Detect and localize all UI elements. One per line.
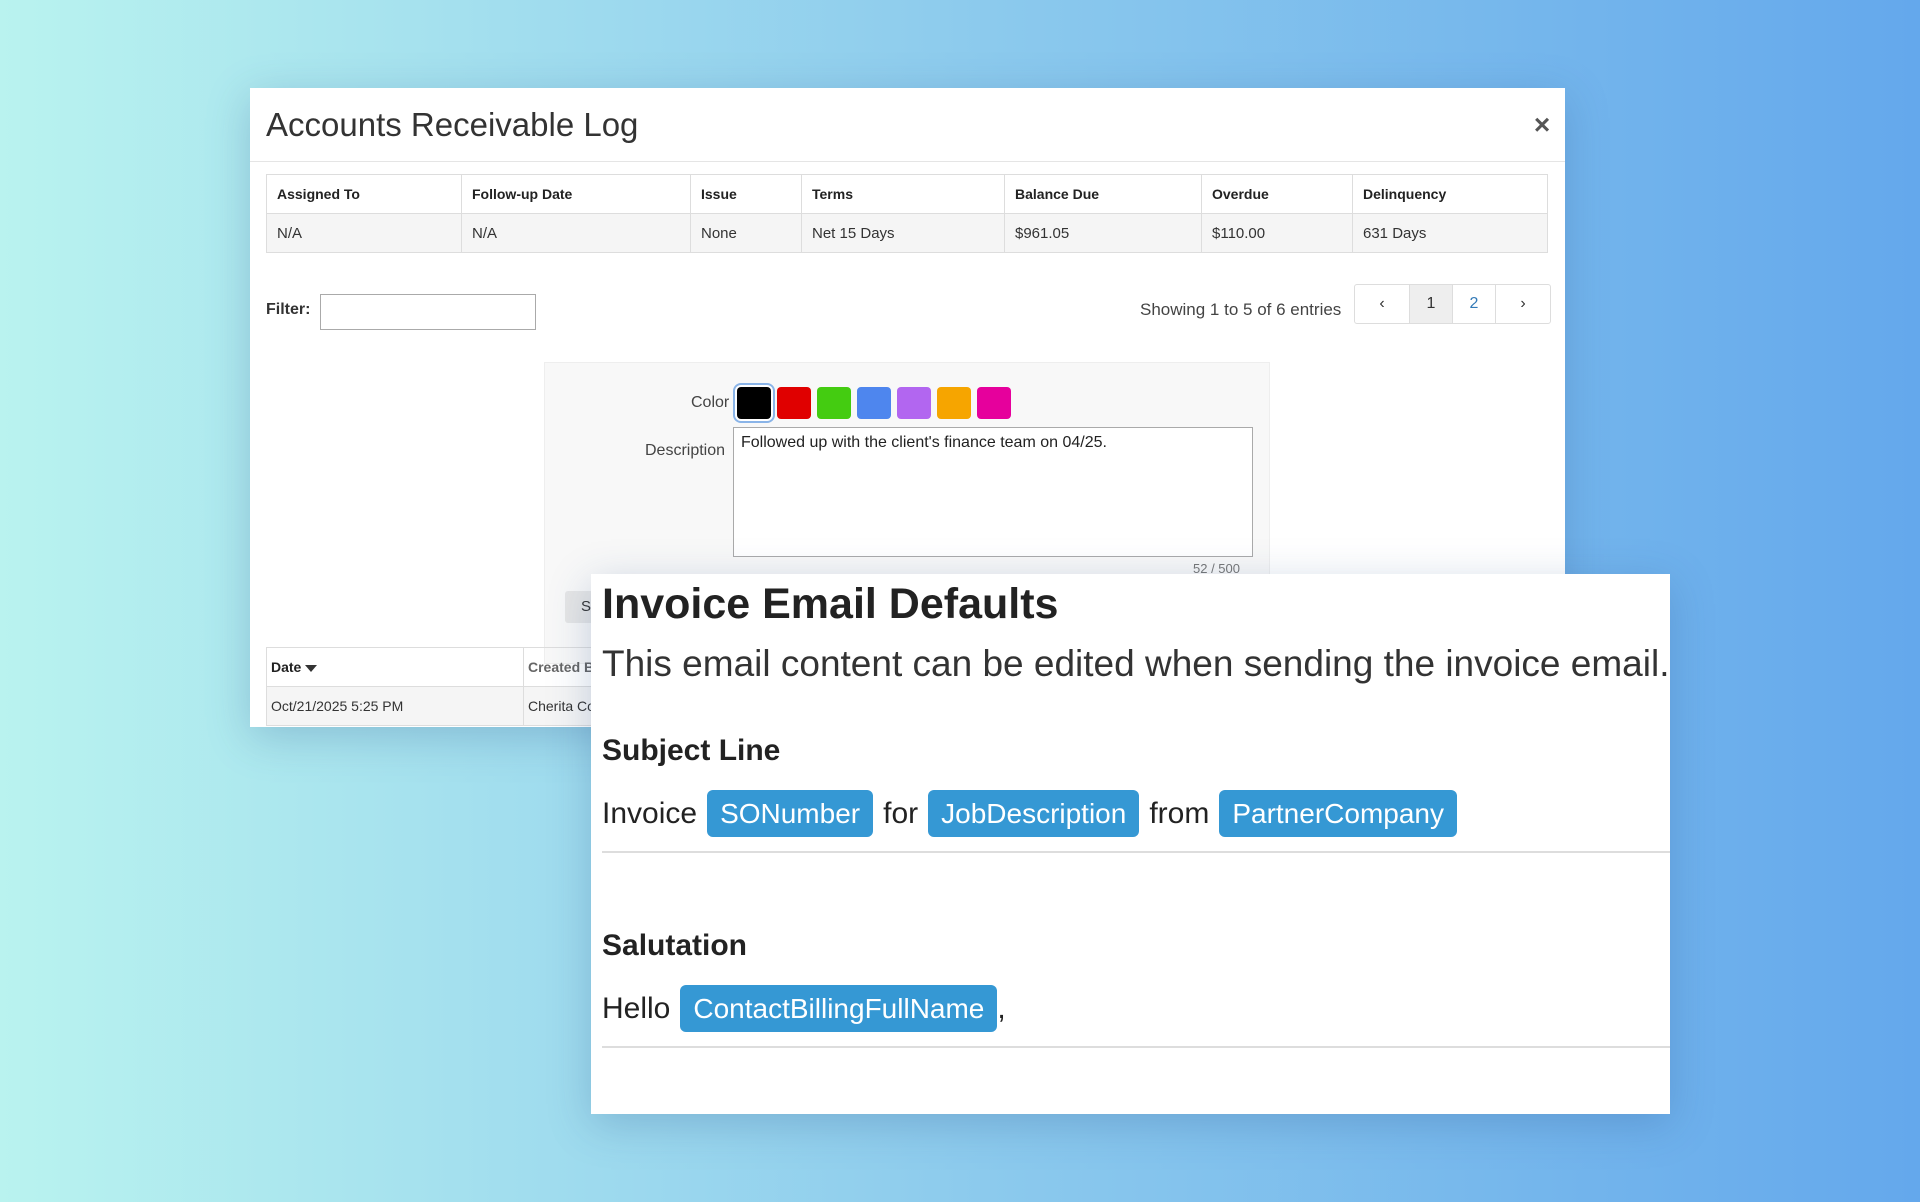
header-balance-due: Balance Due [1004, 174, 1202, 214]
pagination-page-2[interactable]: 2 [1452, 285, 1495, 323]
summary-row: N/A N/A None Net 15 Days $961.05 $110.00… [266, 213, 1548, 253]
description-label: Description [645, 442, 726, 459]
entries-info: Showing 1 to 5 of 6 entries [1140, 300, 1342, 319]
pagination-page-1[interactable]: 1 [1409, 285, 1452, 323]
salutation-comma: , [997, 991, 1006, 1025]
summary-table: Assigned To Follow-up Date Issue Terms B… [266, 174, 1548, 253]
header-date[interactable]: Date [266, 647, 524, 687]
header-overdue: Overdue [1201, 174, 1353, 214]
cell-issue: None [690, 213, 802, 253]
color-swatch-3[interactable] [817, 387, 851, 419]
header-date-label: Date [271, 659, 302, 675]
cell-assigned-to: N/A [266, 213, 462, 253]
subject-divider [602, 851, 1670, 853]
header-issue: Issue [690, 174, 802, 214]
pagination: ‹ 1 2 › [1354, 284, 1551, 324]
header-terms: Terms [801, 174, 1005, 214]
card-subtitle: This email content can be edited when se… [602, 643, 1670, 684]
description-textarea[interactable]: Followed up with the client's finance te… [733, 427, 1253, 557]
header-delinquency: Delinquency [1352, 174, 1548, 214]
cell-follow-up-date: N/A [461, 213, 691, 253]
subject-text-for: for [883, 796, 919, 830]
cell-delinquency: 631 Days [1352, 213, 1548, 253]
summary-header-row: Assigned To Follow-up Date Issue Terms B… [266, 174, 1548, 214]
token-partnercompany[interactable]: PartnerCompany [1219, 790, 1457, 837]
color-swatch-6[interactable] [937, 387, 971, 419]
color-swatch-2[interactable] [777, 387, 811, 419]
pagination-next-button[interactable]: › [1495, 285, 1550, 323]
color-swatch-1[interactable] [737, 387, 771, 419]
card-title: Invoice Email Defaults [602, 580, 1059, 628]
filter-input[interactable] [320, 294, 536, 330]
token-sonumber[interactable]: SONumber [707, 790, 874, 837]
color-swatch-7[interactable] [977, 387, 1011, 419]
color-swatch-5[interactable] [897, 387, 931, 419]
filter-label: Filter: [266, 301, 311, 318]
pagination-prev-button[interactable]: ‹ [1355, 285, 1409, 323]
cell-terms: Net 15 Days [801, 213, 1005, 253]
token-jobdescription[interactable]: JobDescription [928, 790, 1140, 837]
color-swatches [737, 387, 1011, 419]
color-swatch-4[interactable] [857, 387, 891, 419]
cell-date: Oct/21/2025 5:25 PM [266, 686, 524, 726]
subject-line-heading: Subject Line [602, 734, 781, 767]
subject-line-editor[interactable]: Invoice SONumber for JobDescription from… [602, 790, 1467, 837]
sort-desc-icon [305, 664, 318, 672]
salutation-text-hello: Hello [602, 991, 671, 1025]
subject-text-invoice: Invoice [602, 796, 698, 830]
cell-balance-due: $961.05 [1004, 213, 1202, 253]
header-divider [250, 161, 1565, 162]
salutation-editor[interactable]: Hello ContactBillingFullName , [602, 985, 1006, 1032]
modal-title: Accounts Receivable Log [266, 106, 639, 143]
invoice-email-defaults-card: Invoice Email Defaults This email conten… [591, 574, 1670, 1114]
cell-overdue: $110.00 [1201, 213, 1353, 253]
close-icon[interactable]: × [1527, 110, 1557, 140]
header-assigned-to: Assigned To [266, 174, 462, 214]
subject-text-from: from [1149, 796, 1210, 830]
salutation-divider [602, 1046, 1670, 1048]
header-follow-up-date: Follow-up Date [461, 174, 691, 214]
salutation-heading: Salutation [602, 929, 748, 962]
token-contactbillingfullname[interactable]: ContactBillingFullName [680, 985, 998, 1032]
color-label: Color [691, 394, 730, 411]
